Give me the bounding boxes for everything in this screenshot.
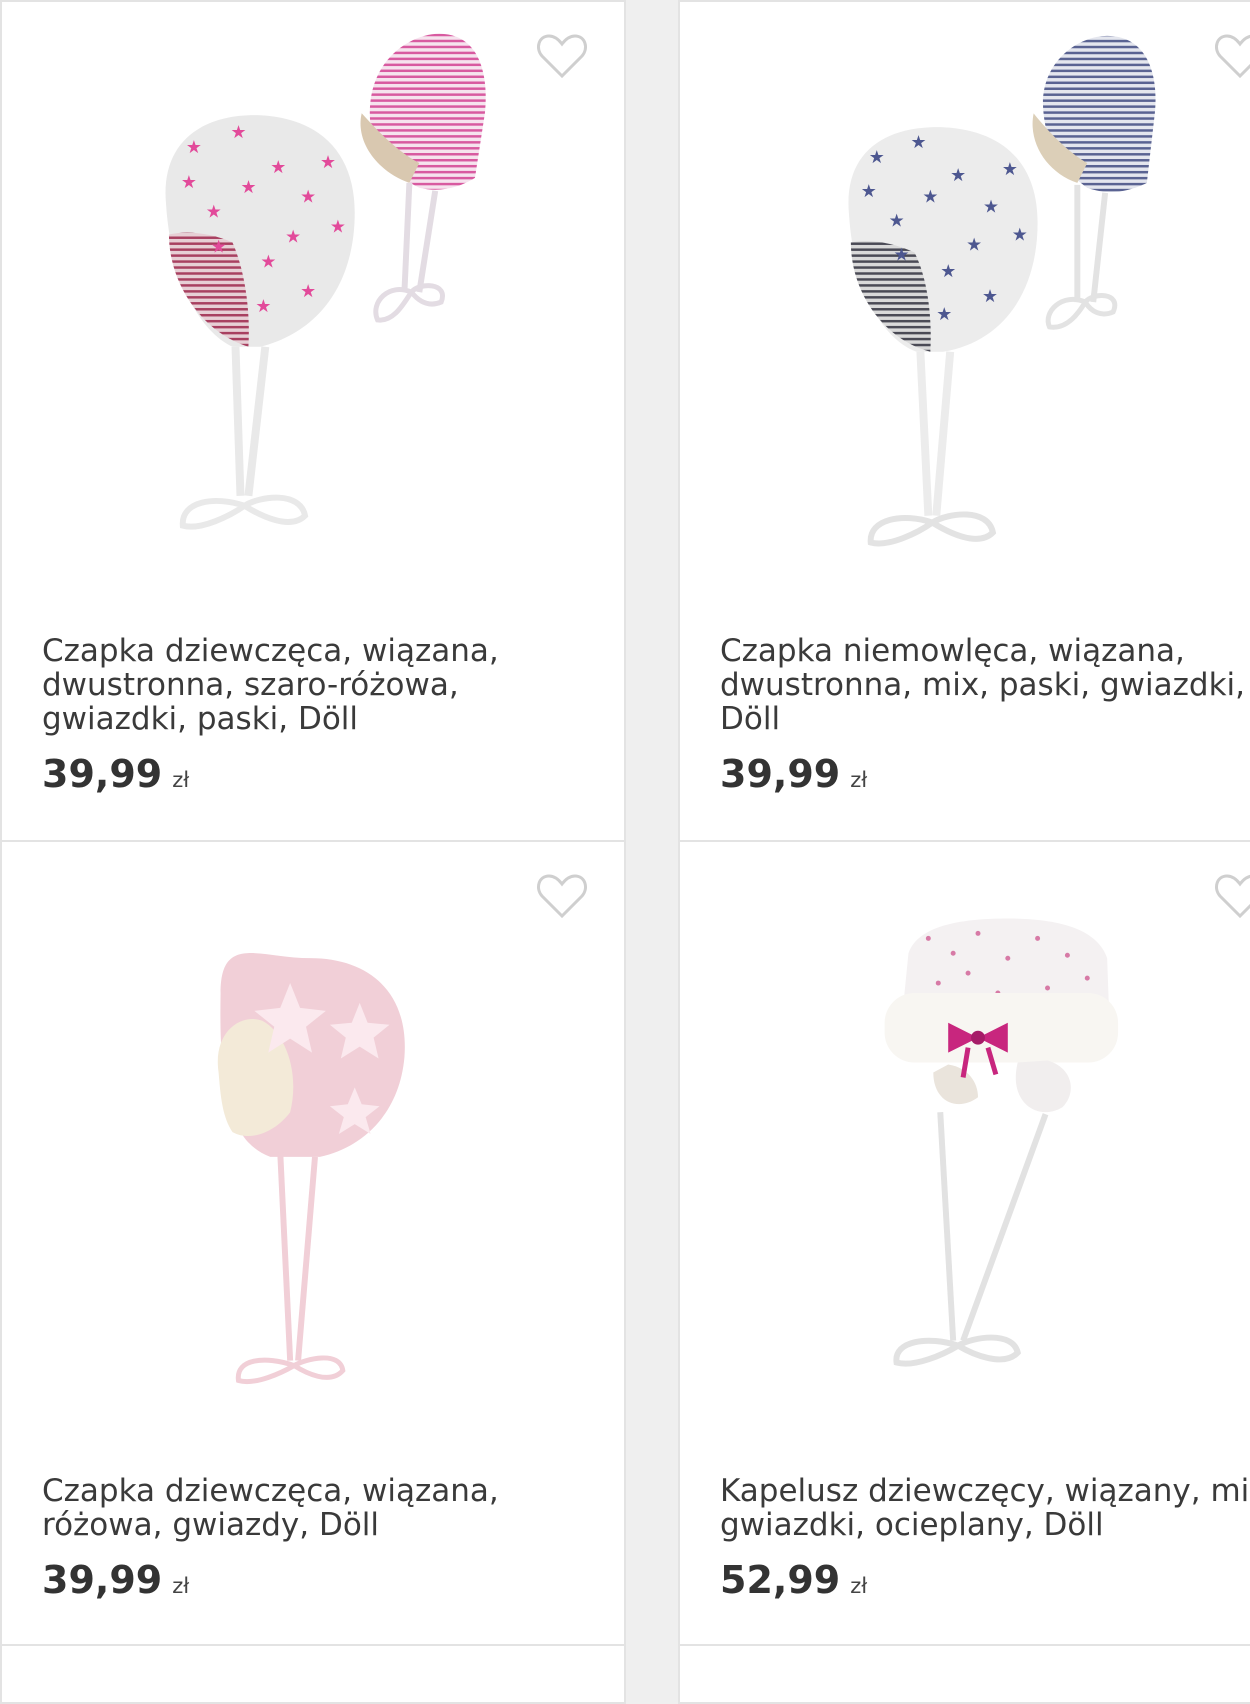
product-price: 52,99 zł	[720, 1558, 867, 1602]
svg-text:★: ★	[950, 165, 966, 186]
svg-text:★: ★	[1012, 224, 1028, 245]
svg-text:★: ★	[270, 157, 286, 178]
price-currency: zł	[172, 1574, 190, 1598]
svg-text:★: ★	[861, 181, 877, 202]
svg-text:★: ★	[894, 244, 910, 265]
price-value: 39,99	[42, 1558, 163, 1602]
svg-text:★: ★	[983, 197, 999, 218]
product-card[interactable]: ★ ★ ★ ★ ★ ★ ★ ★ ★ ★ ★ ★ ★ ★ Czapka niemowlęca, wi…	[678, 0, 1250, 842]
product-title[interactable]: Kapelusz dziewczęcy, wiązany, mix, gwiaz…	[720, 1474, 1250, 1542]
product-card[interactable]	[678, 1644, 1250, 1704]
price-currency: zł	[172, 768, 190, 792]
price-currency: zł	[850, 768, 868, 792]
price-currency: zł	[850, 1574, 868, 1598]
favorite-heart-icon[interactable]	[536, 872, 588, 920]
svg-text:★: ★	[320, 152, 336, 173]
product-image[interactable]	[2, 842, 624, 1442]
price-value: 52,99	[720, 1558, 841, 1602]
product-title[interactable]: Czapka niemowlęca, wiązana, dwustronna, …	[720, 634, 1250, 736]
favorite-heart-icon[interactable]	[1214, 32, 1250, 80]
product-card[interactable]: ★ ★ ★ ★ ★ ★ ★ ★ ★ ★ ★ ★ ★ ★ Czapka dziewczęca, wi…	[0, 0, 626, 842]
svg-text:★: ★	[940, 261, 956, 282]
product-card[interactable]: Kapelusz dziewczęcy, wiązany, mix, gwiaz…	[678, 840, 1250, 1646]
product-price: 39,99 zł	[42, 1558, 189, 1602]
svg-text:★: ★	[889, 211, 905, 232]
svg-text:★: ★	[260, 251, 276, 272]
product-price: 39,99 zł	[720, 752, 867, 796]
svg-text:★: ★	[211, 236, 227, 257]
svg-text:★: ★	[255, 296, 271, 317]
product-price: 39,99 zł	[42, 752, 189, 796]
svg-text:★: ★	[910, 132, 926, 153]
favorite-heart-icon[interactable]	[536, 32, 588, 80]
svg-text:★: ★	[206, 202, 222, 223]
svg-text:★: ★	[936, 304, 952, 325]
svg-text:★: ★	[285, 226, 301, 247]
svg-text:★: ★	[922, 187, 938, 208]
svg-text:★: ★	[966, 234, 982, 255]
product-image[interactable]	[680, 842, 1250, 1442]
price-value: 39,99	[720, 752, 841, 796]
product-card[interactable]: Czapka dziewczęca, wiązana, różowa, gwia…	[0, 840, 626, 1646]
favorite-heart-icon[interactable]	[1214, 872, 1250, 920]
svg-text:★: ★	[181, 172, 197, 193]
price-value: 39,99	[42, 752, 163, 796]
svg-text:★: ★	[330, 217, 346, 238]
svg-text:★: ★	[300, 187, 316, 208]
product-title[interactable]: Czapka dziewczęca, wiązana, dwustronna, …	[42, 634, 602, 736]
svg-text:★: ★	[982, 286, 998, 307]
svg-text:★: ★	[300, 281, 316, 302]
product-image[interactable]: ★★★ ★★★ ★★★ ★★★ ★★	[2, 2, 624, 622]
product-image[interactable]: ★★★ ★★★ ★★★ ★★★ ★★	[680, 2, 1250, 622]
svg-text:★: ★	[869, 147, 885, 168]
product-title[interactable]: Czapka dziewczęca, wiązana, różowa, gwia…	[42, 1474, 602, 1542]
svg-text:★: ★	[186, 137, 202, 158]
svg-text:★: ★	[231, 122, 247, 143]
svg-text:★: ★	[1002, 159, 1018, 180]
svg-text:★: ★	[240, 177, 256, 198]
product-card[interactable]	[0, 1644, 626, 1704]
